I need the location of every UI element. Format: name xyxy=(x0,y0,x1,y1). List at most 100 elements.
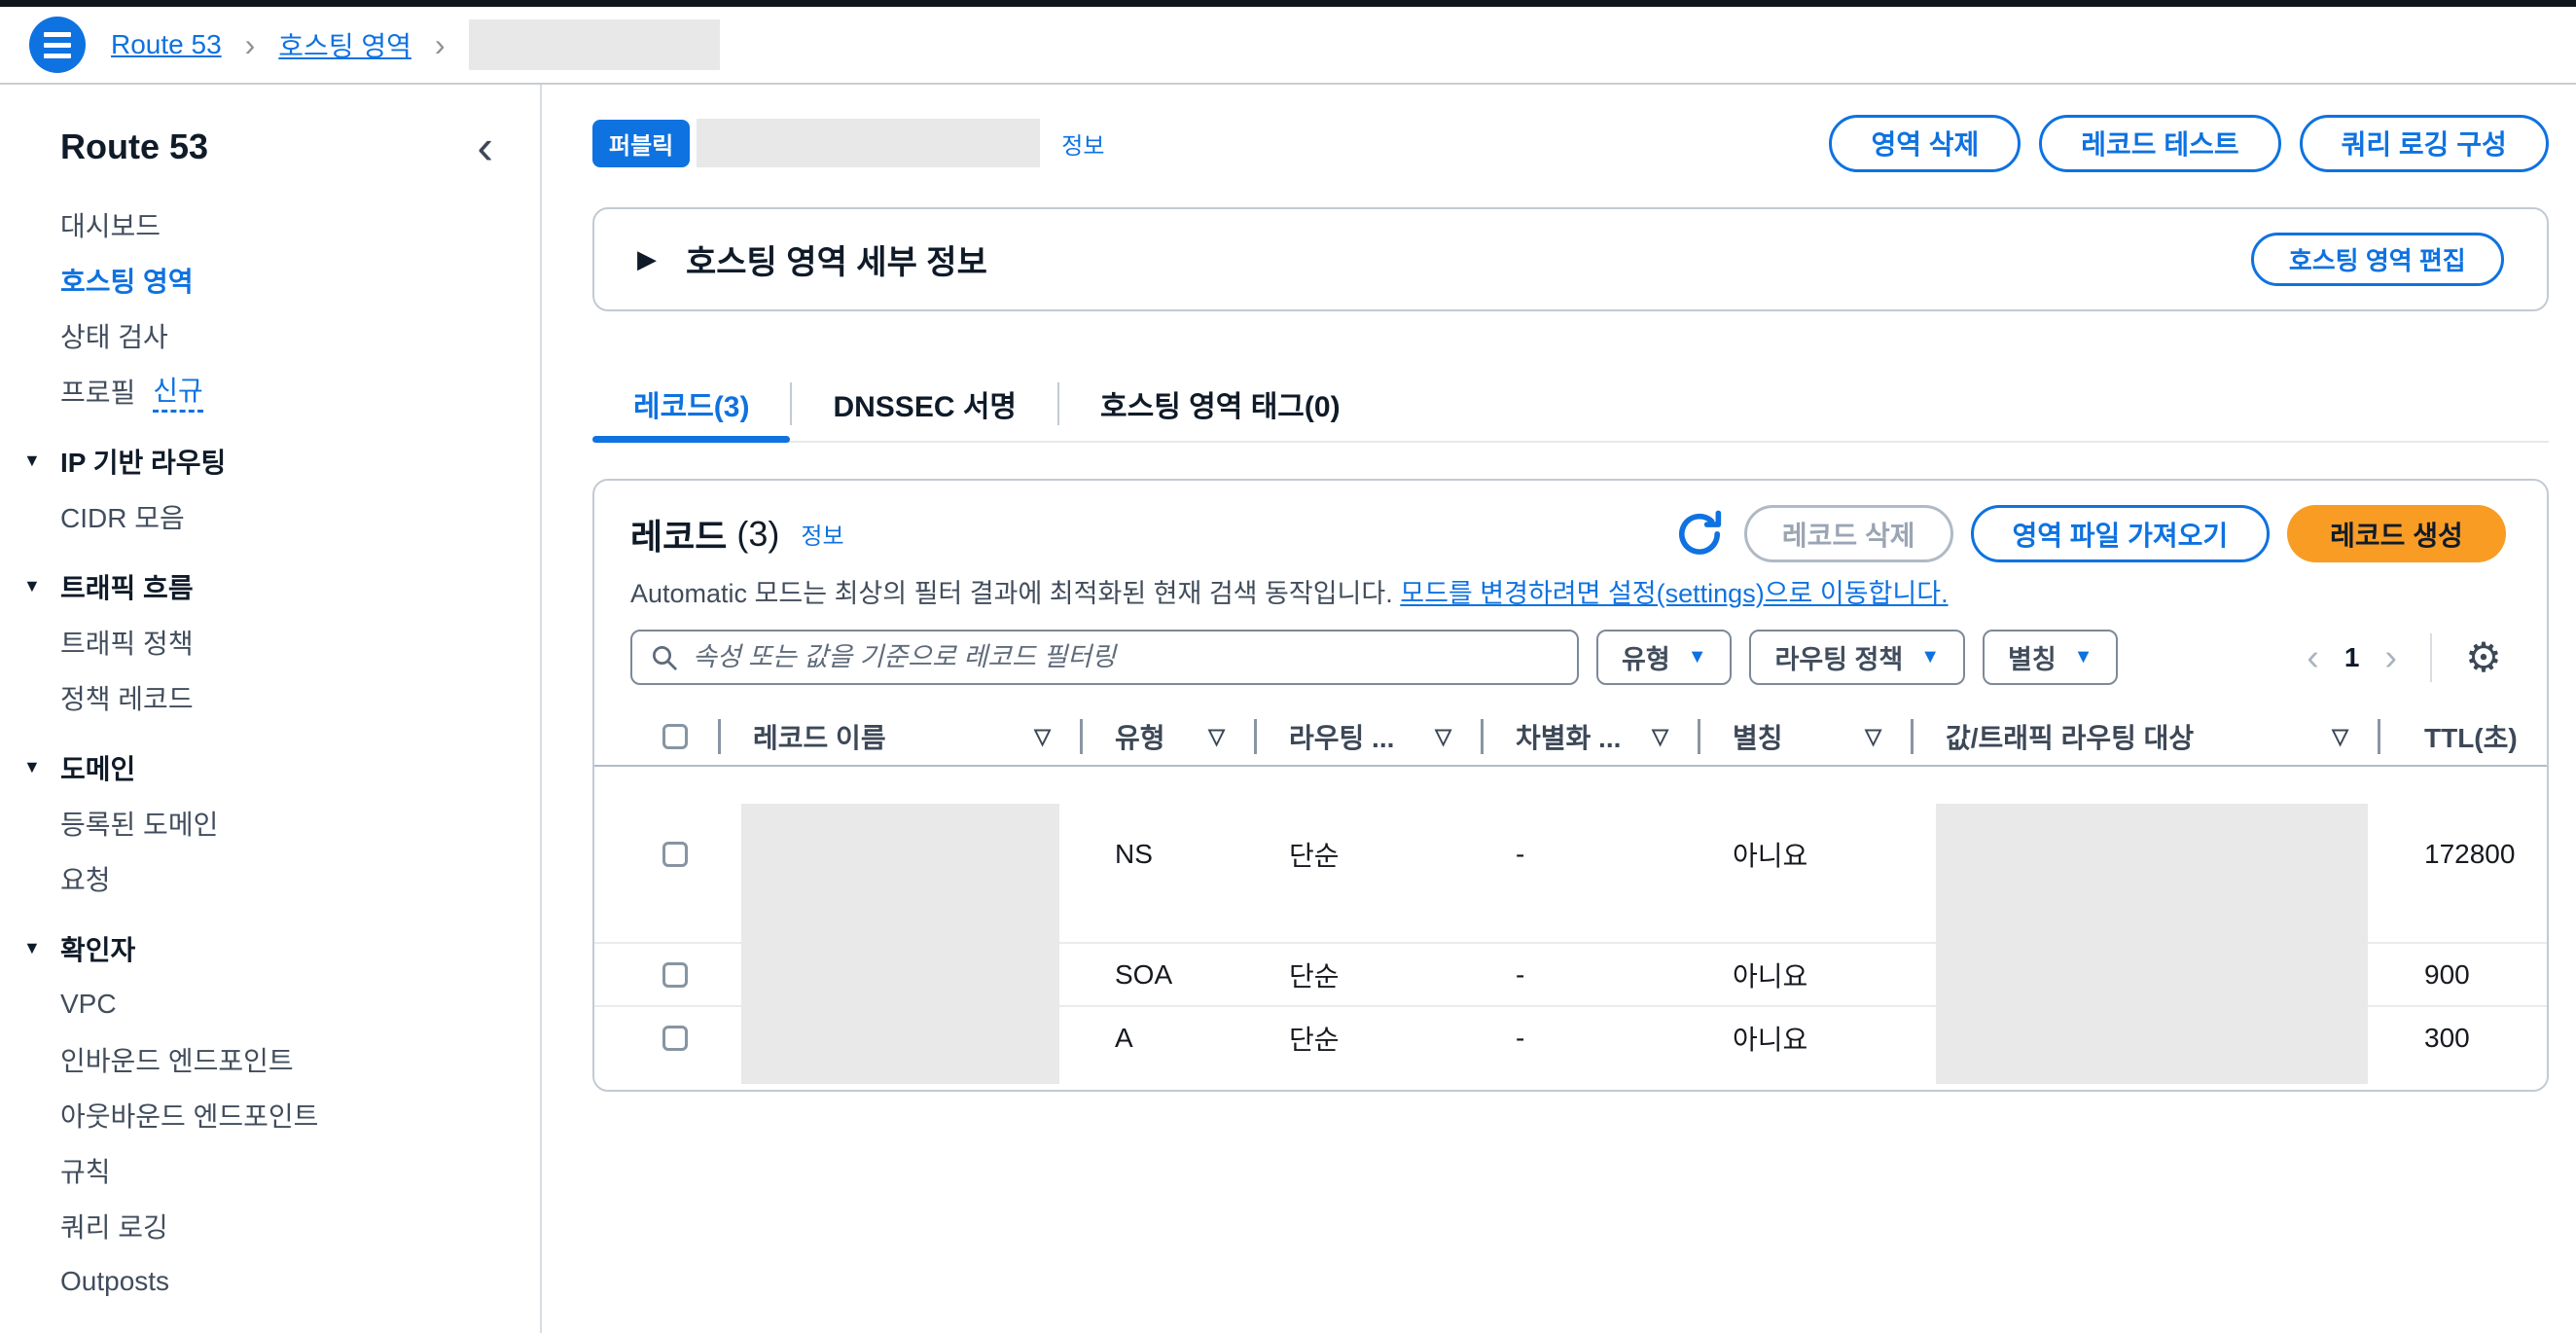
breadcrumb-link-route53[interactable]: Route 53 xyxy=(111,29,222,60)
alias-cell: 아니요 xyxy=(1698,1019,1911,1058)
caret-down-icon: ▼ xyxy=(23,451,41,471)
routing-policy-cell: 단순 xyxy=(1254,835,1481,874)
sidebar-section-resolver[interactable]: ▼ 확인자 xyxy=(0,920,540,976)
caret-down-icon: ▼ xyxy=(23,757,41,777)
zone-info-link[interactable]: 정보 xyxy=(1061,126,1104,161)
column-header-type[interactable]: 유형 ▽ xyxy=(1080,706,1254,767)
column-header-routing-policy[interactable]: 라우팅 ... ▽ xyxy=(1254,706,1481,767)
previous-page-icon[interactable]: ‹ xyxy=(2307,639,2319,676)
chevron-right-icon: › xyxy=(435,27,446,63)
column-header-differentiator[interactable]: 차별화 ... ▽ xyxy=(1481,706,1698,767)
sidebar-section-traffic-flow[interactable]: ▼ 트래픽 흐름 xyxy=(0,559,540,614)
details-panel-title: 호스팅 영역 세부 정보 xyxy=(686,235,987,283)
alias-cell: 아니요 xyxy=(1698,956,1911,994)
caret-right-icon[interactable]: ▶ xyxy=(637,244,657,274)
sidebar-collapse-icon[interactable]: ‹ xyxy=(477,127,493,166)
type-filter-dropdown[interactable]: 유형 ▼ xyxy=(1596,630,1732,685)
column-header-alias[interactable]: 별칭 ▽ xyxy=(1698,706,1911,767)
settings-gear-icon[interactable]: ⚙ xyxy=(2465,637,2502,678)
routing-policy-cell: 단순 xyxy=(1254,1019,1481,1058)
sidebar-item-registered-domains[interactable]: 등록된 도메인 xyxy=(0,795,540,850)
sidebar-item-label: 프로필 xyxy=(60,372,135,411)
sidebar-item-outposts[interactable]: Outposts xyxy=(0,1253,540,1309)
breadcrumb: Route 53 › 호스팅 영역 › xyxy=(111,19,720,70)
select-all-checkbox[interactable] xyxy=(594,724,718,749)
delete-zone-button[interactable]: 영역 삭제 xyxy=(1829,115,2021,172)
sidebar-section-label: 도메인 xyxy=(60,748,135,787)
create-record-button[interactable]: 레코드 생성 xyxy=(2287,505,2506,562)
column-header-value[interactable]: 값/트래픽 라우팅 대상 ▽ xyxy=(1911,706,2378,767)
sidebar-item-vpc[interactable]: VPC xyxy=(0,976,540,1031)
differentiator-cell: - xyxy=(1481,1023,1698,1054)
row-checkbox[interactable] xyxy=(594,842,718,867)
sort-icon[interactable]: ▽ xyxy=(1435,724,1451,749)
alias-filter-dropdown[interactable]: 별칭 ▼ xyxy=(1983,630,2118,685)
sidebar-section-domains[interactable]: ▼ 도메인 xyxy=(0,740,540,795)
caret-down-icon: ▼ xyxy=(1920,646,1940,668)
row-checkbox[interactable] xyxy=(594,962,718,988)
tab-hosted-zone-tags[interactable]: 호스팅 영역 태그(0) xyxy=(1059,367,1381,441)
chevron-right-icon: › xyxy=(245,27,256,63)
redacted-record-values xyxy=(1936,804,2368,1084)
ttl-cell: 300 xyxy=(2378,1023,2547,1054)
test-record-button[interactable]: 레코드 테스트 xyxy=(2039,115,2280,172)
sort-icon[interactable]: ▽ xyxy=(1208,724,1225,749)
column-label: 유형 xyxy=(1115,717,1165,756)
tab-records[interactable]: 레코드(3) xyxy=(592,367,790,441)
sidebar-item-outbound-endpoints[interactable]: 아웃바운드 엔드포인트 xyxy=(0,1087,540,1142)
records-count: (3) xyxy=(736,514,779,555)
sidebar-item-traffic-policies[interactable]: 트래픽 정책 xyxy=(0,614,540,669)
sidebar-nav: 대시보드 호스팅 영역 상태 검사 프로필 신규 ▼ IP 기반 라우팅 CID… xyxy=(0,197,540,1309)
toolbar-divider xyxy=(2430,633,2432,682)
sidebar-item-policy-records[interactable]: 정책 레코드 xyxy=(0,669,540,725)
configure-query-logging-button[interactable]: 쿼리 로깅 구성 xyxy=(2300,115,2549,172)
sort-icon[interactable]: ▽ xyxy=(1652,724,1668,749)
sort-icon[interactable]: ▽ xyxy=(2332,724,2348,749)
redacted-zone-name-breadcrumb xyxy=(469,19,720,70)
sidebar-item-dashboard[interactable]: 대시보드 xyxy=(0,197,540,252)
sidebar-section-label: 확인자 xyxy=(60,929,135,968)
sidebar-item-requests[interactable]: 요청 xyxy=(0,850,540,906)
sidebar-title: Route 53 xyxy=(60,126,208,167)
next-page-icon[interactable]: › xyxy=(2384,639,2397,676)
import-zone-file-button[interactable]: 영역 파일 가져오기 xyxy=(1971,505,2271,562)
page-header: 퍼블릭 정보 영역 삭제 레코드 테스트 쿼리 로깅 구성 xyxy=(592,114,2549,172)
column-label: 별칭 xyxy=(1733,717,1783,756)
redacted-zone-name-title xyxy=(697,119,1040,167)
sidebar-item-query-logging[interactable]: 쿼리 로깅 xyxy=(0,1198,540,1253)
differentiator-cell: - xyxy=(1481,959,1698,991)
sidebar-item-hosted-zones[interactable]: 호스팅 영역 xyxy=(0,252,540,307)
row-checkbox[interactable] xyxy=(594,1026,718,1051)
records-panel: 레코드 (3) 정보 레코드 삭제 영역 파일 가져오기 레코드 생성 xyxy=(592,479,2549,1092)
column-header-record-name[interactable]: 레코드 이름 ▽ xyxy=(718,706,1080,767)
column-header-ttl[interactable]: TTL(초) xyxy=(2378,706,2547,767)
sidebar-item-cidr-collections[interactable]: CIDR 모음 xyxy=(0,488,540,544)
sidebar-item-profiles[interactable]: 프로필 신규 xyxy=(0,363,540,418)
main-content: 퍼블릭 정보 영역 삭제 레코드 테스트 쿼리 로깅 구성 ▶ 호스팅 영역 세… xyxy=(542,85,2576,1333)
record-filter-searchbox[interactable] xyxy=(630,630,1579,685)
records-info-link[interactable]: 정보 xyxy=(801,517,843,551)
record-type-cell: SOA xyxy=(1080,959,1254,991)
delete-record-button[interactable]: 레코드 삭제 xyxy=(1744,505,1953,562)
tab-dnssec-signing[interactable]: DNSSEC 서명 xyxy=(792,367,1057,441)
hamburger-menu-icon[interactable] xyxy=(29,17,86,73)
search-icon xyxy=(650,643,679,672)
sidebar-section-ip-routing[interactable]: ▼ IP 기반 라우팅 xyxy=(0,433,540,488)
sort-icon[interactable]: ▽ xyxy=(1034,724,1051,749)
caret-down-icon: ▼ xyxy=(23,938,41,958)
column-label: 값/트래픽 라우팅 대상 xyxy=(1946,717,2194,756)
edit-hosted-zone-button[interactable]: 호스팅 영역 편집 xyxy=(2251,233,2504,286)
sidebar-item-rules[interactable]: 규칙 xyxy=(0,1142,540,1198)
record-filter-input[interactable] xyxy=(693,642,1559,672)
sidebar: Route 53 ‹ 대시보드 호스팅 영역 상태 검사 프로필 신규 ▼ IP… xyxy=(0,85,542,1333)
sidebar-item-health-checks[interactable]: 상태 검사 xyxy=(0,307,540,363)
ttl-cell: 172800 xyxy=(2378,839,2547,870)
record-type-cell: A xyxy=(1080,1023,1254,1054)
breadcrumb-link-hosted-zones[interactable]: 호스팅 영역 xyxy=(278,25,411,64)
current-page[interactable]: 1 xyxy=(2344,642,2360,673)
sidebar-item-inbound-endpoints[interactable]: 인바운드 엔드포인트 xyxy=(0,1031,540,1087)
routing-policy-filter-dropdown[interactable]: 라우팅 정책 ▼ xyxy=(1749,630,1965,685)
refresh-icon[interactable] xyxy=(1672,507,1727,561)
settings-mode-link[interactable]: 모드를 변경하려면 설정(settings)으로 이동합니다. xyxy=(1400,579,1948,608)
sort-icon[interactable]: ▽ xyxy=(1865,724,1881,749)
